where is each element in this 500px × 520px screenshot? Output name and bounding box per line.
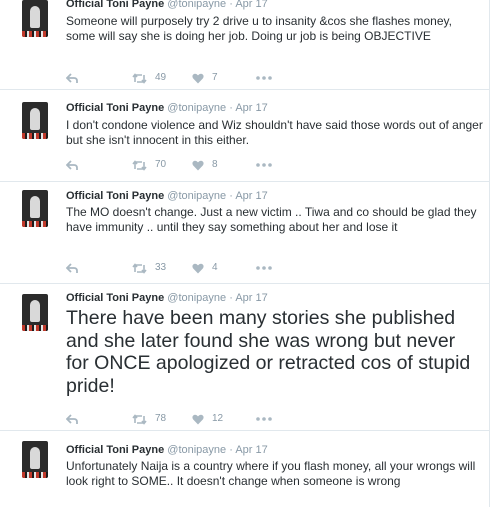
like-count: 7 (212, 72, 218, 83)
retweet-icon (132, 262, 147, 274)
reply-icon (66, 159, 78, 170)
tweet-date[interactable]: Apr 17 (235, 444, 267, 456)
reply-button[interactable] (66, 71, 78, 85)
reply-icon (66, 262, 78, 273)
heart-icon (192, 263, 204, 273)
author-handle[interactable]: @tonipayne (167, 444, 226, 456)
avatar[interactable] (22, 0, 48, 37)
author-handle[interactable]: @tonipayne (167, 190, 226, 202)
retweet-button[interactable]: 49 (132, 71, 166, 85)
retweet-count: 33 (155, 262, 167, 273)
tweet-text: The MO doesn't change. Just a new victim… (66, 205, 477, 234)
tweet-header: Official Toni Payne @tonipayne · Apr 17 (66, 188, 268, 204)
like-count: 12 (212, 413, 224, 424)
tweet-header: Official Toni Payne @tonipayne · Apr 17 (66, 442, 268, 458)
tweet-actions: 70 8 (66, 158, 296, 172)
reply-button[interactable] (66, 412, 78, 426)
tweet-header: Official Toni Payne @tonipayne · Apr 17 (66, 100, 268, 116)
separator-dot: · (229, 190, 233, 202)
author-name[interactable]: Official Toni Payne (66, 190, 164, 202)
author-name[interactable]: Official Toni Payne (66, 0, 164, 10)
avatar[interactable] (22, 441, 48, 478)
like-count: 8 (212, 159, 218, 170)
avatar[interactable] (22, 190, 48, 227)
tweet[interactable]: Official Toni Payne @tonipayne · Apr 17 … (0, 0, 489, 90)
tweet-header: Official Toni Payne @tonipayne · Apr 17 (66, 290, 268, 306)
tweet-date[interactable]: Apr 17 (235, 292, 267, 304)
retweet-count: 78 (155, 413, 167, 424)
retweet-count: 49 (155, 72, 167, 83)
tweet-text: I don't condone violence and Wiz shouldn… (66, 118, 483, 147)
separator-dot: · (229, 292, 233, 304)
retweet-button[interactable]: 70 (132, 158, 166, 172)
more-icon (256, 76, 272, 80)
like-button[interactable]: 12 (192, 412, 223, 426)
separator-dot: · (229, 444, 233, 456)
like-count: 4 (212, 262, 218, 273)
heart-icon (192, 160, 204, 170)
tweet[interactable]: Official Toni Payne @tonipayne · Apr 17 … (0, 89, 489, 182)
more-icon (256, 163, 272, 167)
heart-icon (192, 414, 204, 424)
separator-dot: · (229, 102, 233, 114)
tweet-actions: 33 4 (66, 261, 296, 275)
more-button[interactable] (256, 261, 272, 275)
author-name[interactable]: Official Toni Payne (66, 292, 164, 304)
tweet-text: Someone will purposely try 2 drive u to … (66, 14, 452, 43)
avatar[interactable] (22, 294, 48, 331)
retweet-icon (132, 413, 147, 425)
reply-button[interactable] (66, 261, 78, 275)
retweet-button[interactable]: 33 (132, 261, 166, 275)
like-button[interactable]: 4 (192, 261, 218, 275)
tweet-text: Unfortunately Naija is a country where i… (66, 459, 476, 488)
tweet-header: Official Toni Payne @tonipayne · Apr 17 (66, 0, 268, 12)
author-name[interactable]: Official Toni Payne (66, 444, 164, 456)
tweet-date[interactable]: Apr 17 (235, 190, 267, 202)
more-button[interactable] (256, 71, 272, 85)
retweet-icon (132, 72, 147, 84)
tweet-actions: 49 7 (66, 71, 296, 85)
heart-icon (192, 73, 204, 83)
like-button[interactable]: 7 (192, 71, 218, 85)
tweet-date[interactable]: Apr 17 (235, 0, 267, 10)
retweet-count: 70 (155, 159, 167, 170)
tweet-actions: 78 12 (66, 412, 296, 426)
author-handle[interactable]: @tonipayne (167, 0, 226, 10)
reply-button[interactable] (66, 158, 78, 172)
more-button[interactable] (256, 412, 272, 426)
tweet[interactable]: Official Toni Payne @tonipayne · Apr 17 … (0, 181, 489, 284)
author-handle[interactable]: @tonipayne (167, 102, 226, 114)
avatar[interactable] (22, 102, 48, 139)
tweet[interactable]: Official Toni Payne @tonipayne · Apr 17 … (0, 283, 489, 431)
more-icon (256, 266, 272, 270)
reply-icon (66, 413, 78, 424)
retweet-button[interactable]: 78 (132, 412, 166, 426)
tweet-timeline: Official Toni Payne @tonipayne · Apr 17 … (0, 0, 490, 507)
like-button[interactable]: 8 (192, 158, 218, 172)
reply-icon (66, 72, 78, 83)
author-name[interactable]: Official Toni Payne (66, 102, 164, 114)
author-handle[interactable]: @tonipayne (167, 292, 226, 304)
retweet-icon (132, 159, 147, 171)
tweet-date[interactable]: Apr 17 (235, 102, 267, 114)
tweet-text: There have been many stories she publish… (66, 307, 471, 397)
separator-dot: · (229, 0, 233, 10)
more-button[interactable] (256, 158, 272, 172)
more-icon (256, 417, 272, 421)
